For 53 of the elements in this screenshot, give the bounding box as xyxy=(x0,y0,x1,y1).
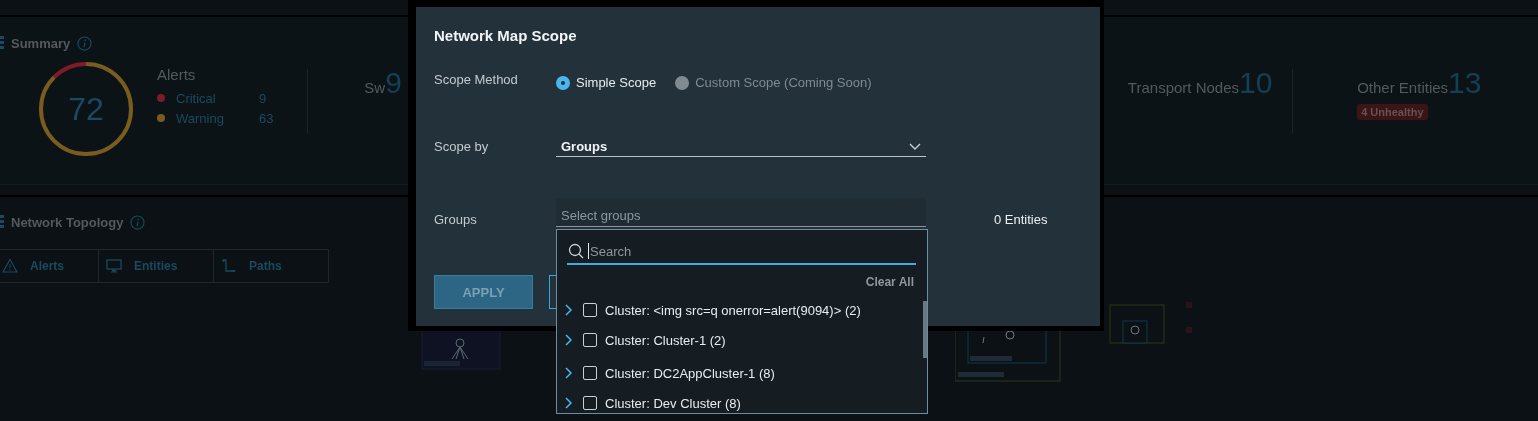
field-label: Scope by xyxy=(434,139,490,156)
group-option[interactable]: Cluster: <img src=q onerror=alert(9094)> (2) xyxy=(605,302,861,318)
field-label: Groups xyxy=(434,212,478,227)
topology-tab[interactable]: Alerts xyxy=(0,249,99,283)
chevron-right-icon xyxy=(564,304,572,316)
warning-icon xyxy=(2,258,18,274)
chevron-down-icon xyxy=(909,142,921,151)
path-icon xyxy=(221,258,237,274)
group-checkbox[interactable] xyxy=(583,303,597,317)
scrollbar[interactable] xyxy=(923,301,927,358)
topology-tab[interactable]: Entities xyxy=(98,249,214,283)
group-option[interactable]: Cluster: Cluster-1 (2) xyxy=(605,332,726,348)
monitor-icon xyxy=(106,258,122,274)
alert-count[interactable]: 63 xyxy=(259,110,274,126)
stat-label: Sw xyxy=(364,79,386,96)
drag-handle-icon[interactable] xyxy=(0,215,4,229)
search-field[interactable]: Search xyxy=(588,243,916,259)
groups-field[interactable]: Select groups xyxy=(556,198,926,227)
chevron-right-icon xyxy=(564,334,572,346)
status-badge: 4 Unhealthy xyxy=(1357,104,1428,120)
section-title: Network Topology xyxy=(11,214,124,230)
expand-toggle[interactable] xyxy=(564,367,574,379)
topology-tab[interactable]: Paths xyxy=(213,249,329,283)
alert-link[interactable]: Warning xyxy=(176,110,259,126)
section-title: Summary xyxy=(11,35,71,51)
chevron-right-icon xyxy=(564,397,572,409)
group-checkbox[interactable] xyxy=(583,396,597,410)
alerts-total: 72 xyxy=(68,93,104,125)
alert-count[interactable]: 9 xyxy=(259,90,267,106)
entity-count: 0 Entities xyxy=(994,212,1048,227)
drag-handle-icon[interactable] xyxy=(0,36,4,50)
stat-label: Transport Nodes xyxy=(1127,79,1239,96)
field-label: Scope Method xyxy=(434,72,519,89)
alert-link[interactable]: Critical xyxy=(176,90,259,106)
stat-value[interactable]: 13 xyxy=(1448,66,1482,100)
apply-button[interactable]: APPLY xyxy=(434,275,533,309)
search-icon xyxy=(568,243,584,259)
modal-title: Network Map Scope xyxy=(434,27,578,44)
group-option[interactable]: Cluster: Dev Cluster (8) xyxy=(605,395,741,411)
scope-radio[interactable]: Simple Scope xyxy=(556,75,657,90)
expand-toggle[interactable] xyxy=(564,334,574,346)
group-checkbox[interactable] xyxy=(583,333,597,347)
stat-label: Other Entities xyxy=(1357,79,1449,96)
expand-toggle[interactable] xyxy=(564,304,574,316)
expand-toggle[interactable] xyxy=(564,397,574,409)
clear-all-button[interactable]: Clear All xyxy=(865,275,914,289)
group-checkbox[interactable] xyxy=(583,366,597,380)
scope-by-select[interactable]: Groups xyxy=(556,139,926,157)
chevron-right-icon xyxy=(564,367,572,379)
group-option[interactable]: Cluster: DC2AppCluster-1 (8) xyxy=(605,365,775,381)
stat-value[interactable]: 9 xyxy=(385,66,402,100)
stat-value[interactable]: 10 xyxy=(1239,66,1273,100)
alerts-heading: Alerts xyxy=(157,66,197,83)
